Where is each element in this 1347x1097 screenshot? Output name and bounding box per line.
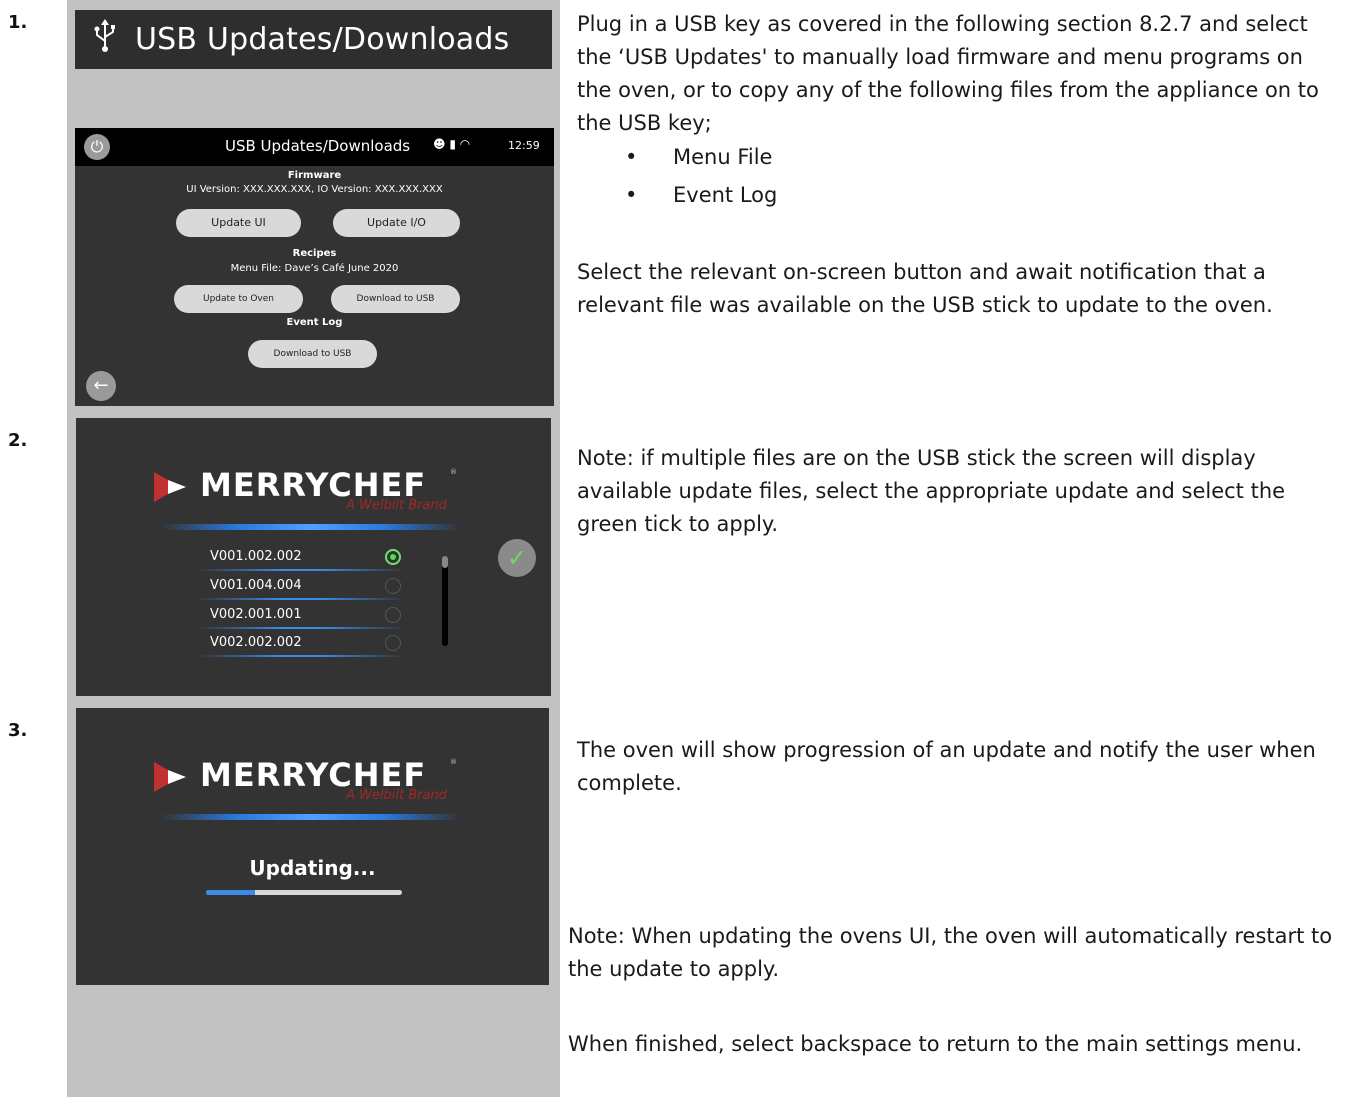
update-progress-fill (206, 890, 255, 895)
paragraph-restart-note: Note: When updating the ovens UI, the ov… (568, 924, 1333, 981)
merrychef-mark-icon (154, 762, 186, 792)
paragraph-finished: When finished, select backspace to retur… (568, 1032, 1303, 1056)
step-number-3: 3. (8, 720, 28, 741)
scrollbar[interactable] (442, 556, 448, 646)
paragraph-multiple-files-note: Note: if multiple files are on the USB s… (577, 446, 1286, 536)
user-icon: ☻ (433, 137, 446, 151)
check-icon: ✓ (506, 544, 528, 572)
version-select-screen: MERRYCHEF ® A Welbilt Brand V001.002.002… (76, 418, 551, 696)
version-radio[interactable] (385, 578, 401, 594)
version-item-label[interactable]: V001.004.004 (210, 578, 302, 593)
lock-icon: ▮ (449, 137, 456, 151)
update-ui-button[interactable]: Update UI (176, 209, 301, 237)
step-number-2: 2. (8, 430, 28, 451)
version-item-label[interactable]: V001.002.002 (210, 549, 302, 564)
update-progress-bar (206, 890, 402, 895)
version-radio[interactable] (385, 607, 401, 623)
download-menu-to-usb-button[interactable]: Download to USB (331, 285, 460, 313)
blue-divider (161, 524, 461, 530)
paragraph-select-button: Select the relevant on-screen button and… (577, 260, 1273, 317)
paragraph-usb-instructions: Plug in a USB key as covered in the foll… (577, 12, 1319, 135)
blue-divider (161, 814, 461, 820)
scrollbar-thumb[interactable] (442, 556, 448, 568)
recipes-heading: Recipes (292, 248, 337, 259)
firmware-versions: UI Version: XXX.XXX.XXX, IO Version: XXX… (186, 184, 443, 195)
updating-status: Updating... (249, 856, 376, 880)
paragraph-update-progress: The oven will show progression of an upd… (577, 738, 1316, 795)
step-number-1: 1. (8, 12, 28, 33)
usb-icon (75, 18, 135, 61)
download-event-log-button[interactable]: Download to USB (248, 340, 377, 368)
status-icons: ☻ ▮ ◠ (433, 137, 470, 151)
usb-updates-screen: ⏻ USB Updates/Downloads ☻ ▮ ◠ 12:59 Firm… (75, 128, 554, 406)
power-button[interactable]: ⏻ (84, 134, 110, 160)
merrychef-mark-icon (154, 472, 186, 502)
version-radio-selected[interactable] (385, 549, 401, 565)
version-item-label[interactable]: V002.001.001 (210, 607, 302, 622)
updating-screen: MERRYCHEF ® A Welbilt Brand Updating... (76, 708, 549, 985)
version-radio[interactable] (385, 635, 401, 651)
update-io-button[interactable]: Update I/O (333, 209, 460, 237)
version-item-label[interactable]: V002.002.002 (210, 635, 302, 650)
event-log-heading: Event Log (286, 317, 343, 328)
brand-subtitle: A Welbilt Brand (346, 498, 447, 513)
brand-subtitle: A Welbilt Brand (346, 788, 447, 803)
menu-file-label: Menu File: Dave’s Café June 2020 (230, 263, 399, 274)
back-arrow-icon: ← (93, 375, 109, 396)
status-bar: ⏻ USB Updates/Downloads ☻ ▮ ◠ 12:59 (75, 128, 554, 166)
update-to-oven-button[interactable]: Update to Oven (174, 285, 303, 313)
wifi-icon: ◠ (459, 137, 471, 151)
back-button[interactable]: ← (86, 371, 116, 401)
banner-title: USB Updates/Downloads (135, 22, 510, 57)
clock: 12:59 (508, 139, 540, 152)
screen-title: USB Updates/Downloads (225, 137, 411, 155)
firmware-heading: Firmware (287, 170, 342, 181)
confirm-tick-button[interactable]: ✓ (498, 539, 536, 577)
usb-updates-banner: USB Updates/Downloads (75, 10, 552, 69)
power-icon: ⏻ (90, 137, 104, 156)
